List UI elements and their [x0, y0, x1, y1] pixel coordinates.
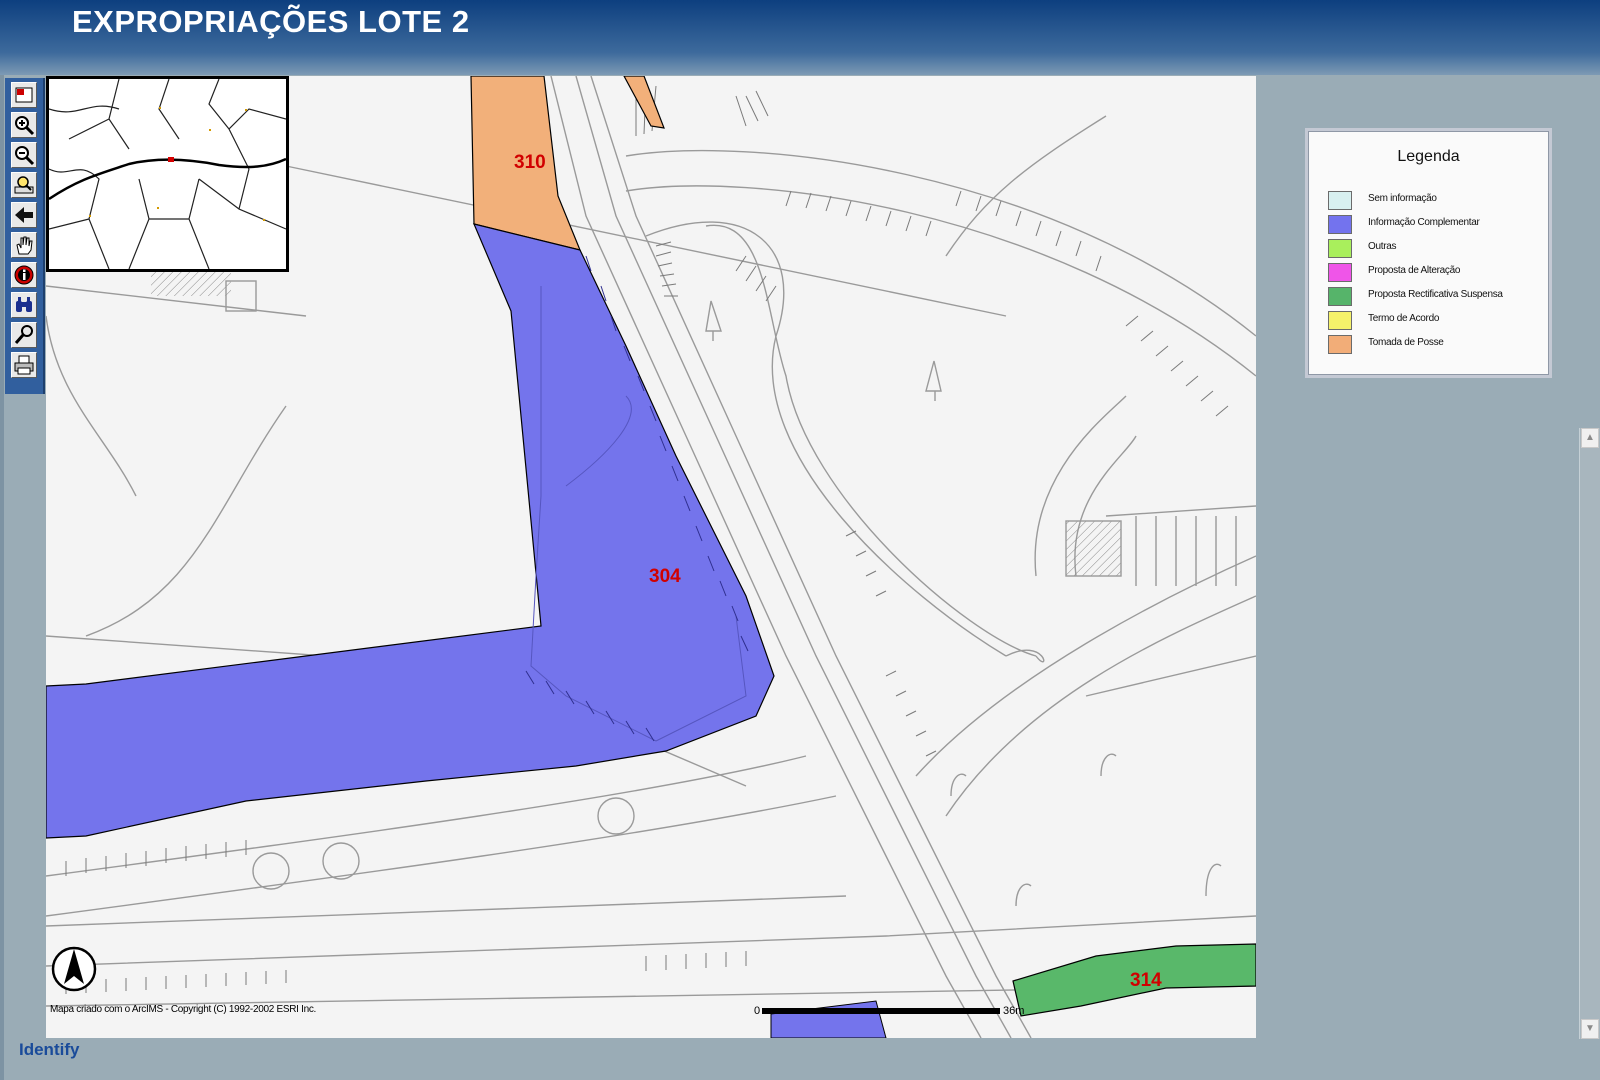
zoom-out-button[interactable]: [11, 142, 37, 168]
legend-label: Informação Complementar: [1368, 217, 1480, 228]
legend-swatch: [1328, 287, 1352, 306]
map-copyright: Mapa criado com o ArcIMS - Copyright (C)…: [50, 1004, 316, 1015]
find-binoculars-icon: [16, 297, 32, 312]
scale-bar-end: 36m: [1003, 1005, 1024, 1017]
find-button[interactable]: [11, 292, 37, 318]
overview-extent-marker: [168, 157, 174, 162]
map-toolbar: [5, 78, 45, 394]
full-extent-icon: [14, 176, 34, 194]
zoom-in-icon: [15, 116, 35, 136]
query-icon: [14, 325, 33, 344]
scale-bar-start: 0: [754, 1005, 760, 1017]
title-bar: EXPROPRIAÇÕES LOTE 2: [0, 0, 1600, 75]
pan-button[interactable]: [11, 232, 37, 258]
overview-map-canvas[interactable]: [48, 78, 287, 270]
legend-label: Sem informação: [1368, 193, 1437, 204]
toggle-overview-icon: [15, 87, 33, 103]
legend-title: Legenda: [1397, 148, 1460, 165]
pan-hand-icon: [16, 236, 33, 255]
legend-label: Outras: [1368, 241, 1397, 252]
legend-swatch: [1328, 215, 1352, 234]
identify-button[interactable]: [11, 262, 37, 288]
legend-swatch: [1328, 239, 1352, 258]
legend-swatch: [1328, 335, 1352, 354]
parcel-label-304: 304: [649, 566, 681, 587]
print-icon: [14, 355, 34, 375]
print-button[interactable]: [11, 352, 37, 378]
scroll-down-button[interactable]: ▼: [1581, 1019, 1599, 1039]
back-icon: [15, 207, 33, 223]
page-title: EXPROPRIAÇÕES LOTE 2: [72, 4, 470, 39]
legend-label: Proposta Rectificativa Suspensa: [1368, 289, 1503, 300]
zoom-in-button[interactable]: [11, 112, 37, 138]
legend-swatch: [1328, 263, 1352, 282]
query-button[interactable]: [11, 322, 37, 348]
vertical-scrollbar[interactable]: ▲ ▼: [1579, 428, 1600, 1039]
active-tool-status: Identify: [19, 1040, 80, 1059]
toggle-overview-button[interactable]: [11, 82, 37, 108]
back-button[interactable]: [11, 202, 37, 228]
parcel-label-310: 310: [514, 152, 546, 173]
legend-swatch: [1328, 311, 1352, 330]
map-legend: Legenda Sem informação Informação Comple…: [1305, 128, 1552, 378]
full-extent-button[interactable]: [11, 172, 37, 198]
parcel-label-314: 314: [1130, 970, 1162, 991]
legend-swatch: [1328, 191, 1352, 210]
map-view[interactable]: 310 304 314 Mapa criado com o ArcIMS - C…: [46, 76, 1256, 1038]
left-frame-border: [0, 75, 4, 1080]
north-arrow-icon: [51, 946, 97, 992]
legend-label: Tomada de Posse: [1368, 337, 1444, 348]
scroll-up-button[interactable]: ▲: [1581, 428, 1599, 448]
legend-label: Termo de Acordo: [1368, 313, 1440, 324]
zoom-out-icon: [15, 146, 35, 166]
overview-map[interactable]: [46, 76, 289, 272]
identify-icon: [14, 265, 34, 285]
legend-label: Proposta de Alteração: [1368, 265, 1461, 276]
